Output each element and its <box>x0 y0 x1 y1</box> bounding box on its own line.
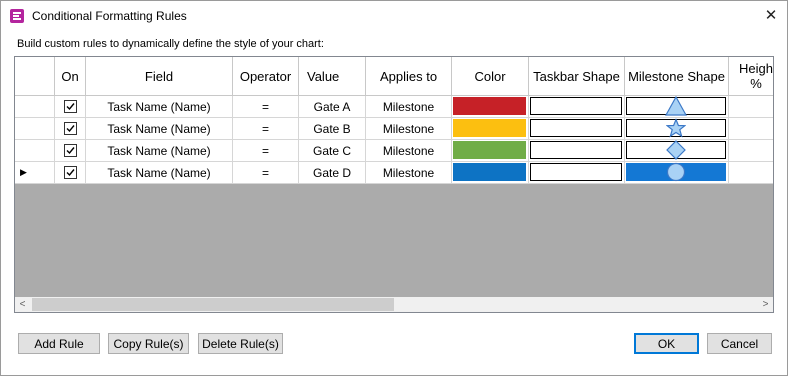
height-cell[interactable] <box>729 96 773 118</box>
color-swatch <box>453 97 526 115</box>
taskbar-shape-box <box>530 141 622 159</box>
horizontal-scrollbar[interactable]: < > <box>15 297 773 312</box>
on-cell[interactable] <box>55 96 86 118</box>
color-cell[interactable] <box>452 162 529 184</box>
color-cell[interactable] <box>452 118 529 140</box>
column-header-value[interactable]: Value <box>299 57 366 96</box>
milestone-shape-cell[interactable] <box>625 96 729 118</box>
table-row[interactable]: Task Name (Name) = Gate A Milestone <box>15 96 773 118</box>
field-cell[interactable]: Task Name (Name) <box>86 140 233 162</box>
field-cell[interactable]: Task Name (Name) <box>86 162 233 184</box>
applies-to-cell[interactable]: Milestone <box>366 162 452 184</box>
value-cell[interactable]: Gate A <box>299 96 366 118</box>
row-header[interactable] <box>15 96 55 118</box>
rules-grid[interactable]: On Field Operator Value Applies to Color… <box>14 56 774 313</box>
conditional-formatting-dialog: Conditional Formatting Rules ✕ Build cus… <box>0 0 788 376</box>
milestone-shape-cell[interactable] <box>625 118 729 140</box>
scroll-right-icon[interactable]: > <box>758 297 773 312</box>
scroll-left-icon[interactable]: < <box>15 297 30 312</box>
grid-header-row: On Field Operator Value Applies to Color… <box>15 57 773 96</box>
row-header[interactable]: ▶ <box>15 162 55 184</box>
operator-cell[interactable]: = <box>233 96 299 118</box>
field-cell[interactable]: Task Name (Name) <box>86 118 233 140</box>
table-row[interactable]: ▶ Task Name (Name) = Gate D Milestone <box>15 162 773 184</box>
color-cell[interactable] <box>452 140 529 162</box>
taskbar-shape-cell[interactable] <box>529 162 625 184</box>
on-cell[interactable] <box>55 118 86 140</box>
enabled-checkbox[interactable] <box>63 122 77 135</box>
enabled-checkbox[interactable] <box>63 100 77 113</box>
enabled-checkbox[interactable] <box>63 144 77 157</box>
column-header-applies-to[interactable]: Applies to <box>366 57 452 96</box>
color-swatch <box>453 163 526 181</box>
scrollbar-thumb[interactable] <box>32 298 394 311</box>
taskbar-shape-box <box>530 163 622 181</box>
column-header-milestone-shape[interactable]: Milestone Shape <box>625 57 729 96</box>
taskbar-shape-cell[interactable] <box>529 96 625 118</box>
value-cell[interactable]: Gate D <box>299 162 366 184</box>
row-header[interactable] <box>15 118 55 140</box>
taskbar-shape-box <box>530 97 622 115</box>
ok-button[interactable]: OK <box>634 333 699 354</box>
value-cell[interactable]: Gate B <box>299 118 366 140</box>
color-swatch <box>453 119 526 137</box>
milestone-shape-cell[interactable] <box>625 162 729 184</box>
add-rule-button[interactable]: Add Rule <box>18 333 100 354</box>
close-icon[interactable]: ✕ <box>757 4 785 28</box>
color-cell[interactable] <box>452 96 529 118</box>
dialog-description: Build custom rules to dynamically define… <box>17 38 324 50</box>
on-cell[interactable] <box>55 162 86 184</box>
milestone-shape-cell[interactable] <box>625 140 729 162</box>
app-icon <box>10 9 24 23</box>
operator-cell[interactable]: = <box>233 118 299 140</box>
height-cell[interactable] <box>729 140 773 162</box>
on-cell[interactable] <box>55 140 86 162</box>
taskbar-shape-cell[interactable] <box>529 118 625 140</box>
applies-to-cell[interactable]: Milestone <box>366 96 452 118</box>
column-header-color[interactable]: Color <box>452 57 529 96</box>
title-bar: Conditional Formatting Rules ✕ <box>1 1 787 31</box>
column-header-field[interactable]: Field <box>86 57 233 96</box>
taskbar-shape-cell[interactable] <box>529 140 625 162</box>
height-cell[interactable] <box>729 118 773 140</box>
milestone-shape-box <box>626 96 726 116</box>
column-header-on[interactable]: On <box>55 57 86 96</box>
milestone-shape-box <box>626 162 726 182</box>
cancel-button[interactable]: Cancel <box>707 333 772 354</box>
value-cell[interactable]: Gate C <box>299 140 366 162</box>
column-header-taskbar-shape[interactable]: Taskbar Shape <box>529 57 625 96</box>
window-title: Conditional Formatting Rules <box>32 9 187 23</box>
delete-rules-button[interactable]: Delete Rule(s) <box>198 333 283 354</box>
operator-cell[interactable]: = <box>233 140 299 162</box>
row-header-corner <box>15 57 55 96</box>
applies-to-cell[interactable]: Milestone <box>366 140 452 162</box>
column-header-operator[interactable]: Operator <box>233 57 299 96</box>
milestone-shape-box <box>626 118 726 138</box>
copy-rules-button[interactable]: Copy Rule(s) <box>108 333 189 354</box>
table-row[interactable]: Task Name (Name) = Gate B Milestone <box>15 118 773 140</box>
milestone-shape-box <box>626 140 726 160</box>
applies-to-cell[interactable]: Milestone <box>366 118 452 140</box>
color-swatch <box>453 141 526 159</box>
height-cell[interactable] <box>729 162 773 184</box>
taskbar-shape-box <box>530 119 622 137</box>
operator-cell[interactable]: = <box>233 162 299 184</box>
row-header[interactable] <box>15 140 55 162</box>
field-cell[interactable]: Task Name (Name) <box>86 96 233 118</box>
enabled-checkbox[interactable] <box>63 166 77 179</box>
table-row[interactable]: Task Name (Name) = Gate C Milestone <box>15 140 773 162</box>
column-header-height[interactable]: Heigh % <box>729 57 773 96</box>
